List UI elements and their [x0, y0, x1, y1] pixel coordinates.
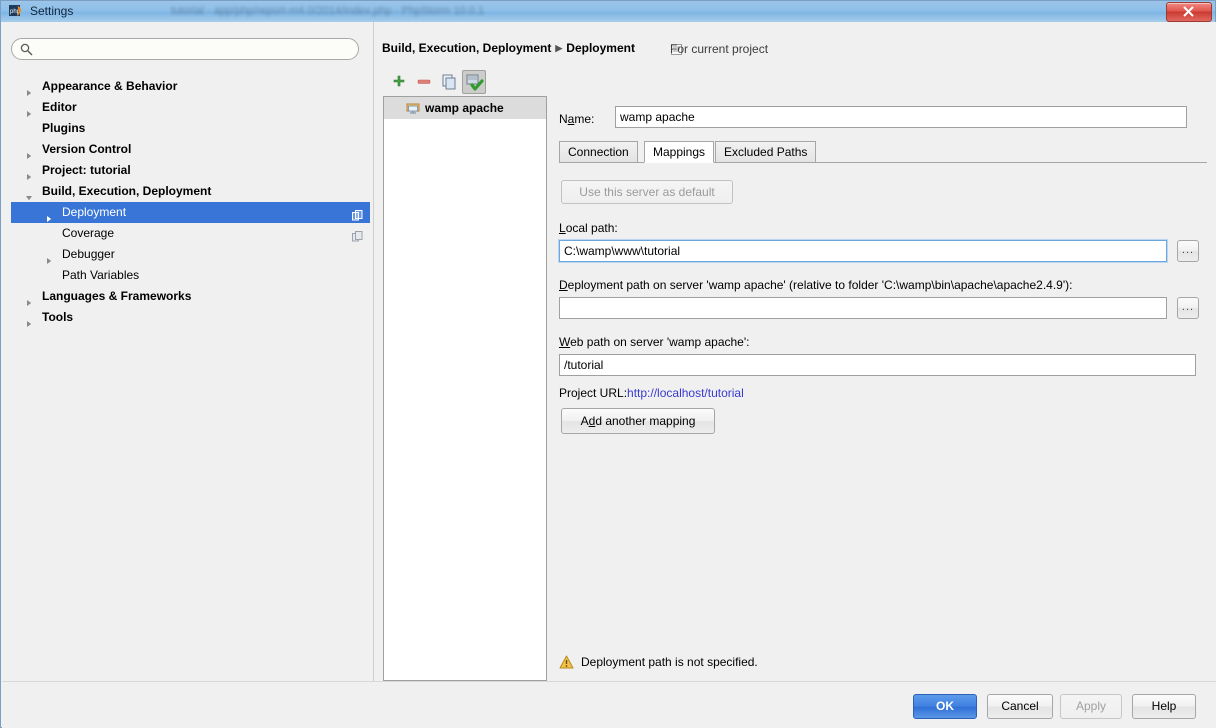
title-bar: tutorial - app/php/report-m4.0/2014/inde…: [1, 1, 1215, 22]
close-button[interactable]: [1166, 2, 1212, 22]
breadcrumb-leaf: Deployment: [566, 41, 635, 55]
chevron-right-icon[interactable]: [45, 209, 53, 222]
add-another-mapping-button[interactable]: Add another mapping: [561, 408, 715, 434]
web-path-label: Web path on server 'wamp apache':: [559, 335, 750, 349]
warning-triangle-icon: [559, 655, 574, 672]
sidebar-item-label: Languages & Frameworks: [42, 289, 192, 303]
sidebar-item-label: Editor: [42, 100, 77, 114]
search-input[interactable]: [38, 39, 352, 61]
validation-warning-text: Deployment path is not specified.: [581, 655, 758, 669]
phpstorm-icon: php: [9, 4, 25, 20]
settings-navigation-panel: Appearance & Behavior Editor Plugins Versio…: [11, 38, 371, 681]
chevron-right-icon[interactable]: [25, 83, 33, 96]
server-list-item[interactable]: wamp apache: [384, 97, 546, 119]
tab-excluded-paths[interactable]: Excluded Paths: [715, 141, 817, 163]
set-default-server-button[interactable]: [462, 70, 486, 94]
sidebar-item-label: Tools: [42, 310, 74, 324]
chevron-right-icon[interactable]: [25, 293, 33, 306]
breadcrumb: Build, Execution, Deployment ▶ Deployment: [382, 41, 635, 55]
mappings-form: Name: Connection Mappings Excluded Paths…: [559, 70, 1207, 681]
background-window-title: tutorial - app/php/report-m4.0/2014/inde…: [171, 5, 485, 17]
ok-button[interactable]: OK: [913, 694, 977, 719]
sidebar-item-appearance-behavior[interactable]: Appearance & Behavior: [11, 76, 370, 97]
sidebar-item-path-variables[interactable]: Path Variables: [11, 265, 370, 286]
breadcrumb-root[interactable]: Build, Execution, Deployment: [382, 41, 551, 55]
server-icon: [406, 101, 420, 123]
use-server-as-default-button[interactable]: Use this server as default: [561, 180, 733, 204]
tab-connection[interactable]: Connection: [559, 141, 638, 163]
scope-note: For current project: [670, 42, 769, 56]
sidebar-item-label: Debugger: [62, 247, 115, 261]
sidebar-item-label: Appearance & Behavior: [42, 79, 178, 93]
search-box[interactable]: [11, 38, 359, 61]
sidebar-item-label: Plugins: [42, 121, 86, 135]
settings-detail-panel: Build, Execution, Deployment ▶ Deployment …: [373, 22, 1216, 728]
server-list[interactable]: wamp apache: [383, 96, 547, 681]
project-url-link[interactable]: http://localhost/tutorial: [627, 386, 744, 400]
sidebar-item-build-execution-deployment[interactable]: Build, Execution, Deployment: [11, 181, 370, 202]
window-title: Settings: [30, 4, 74, 18]
add-server-button[interactable]: [387, 70, 411, 94]
sidebar-item-plugins[interactable]: Plugins: [11, 118, 370, 139]
settings-tree[interactable]: Appearance & Behavior Editor Plugins Versio…: [11, 76, 370, 681]
sidebar-item-project-tutorial[interactable]: Project: tutorial: [11, 160, 370, 181]
validation-warning: Deployment path is not specified.: [559, 654, 1059, 672]
sidebar-item-languages-frameworks[interactable]: Languages & Frameworks: [11, 286, 370, 307]
server-list-toolbar: [383, 70, 558, 94]
tab-mappings[interactable]: Mappings: [644, 141, 715, 163]
help-button[interactable]: Help: [1132, 694, 1196, 719]
project-scope-badge-icon: [352, 207, 363, 221]
deployment-path-browse-button[interactable]: ...: [1177, 297, 1199, 319]
server-list-item-label: wamp apache: [425, 101, 504, 115]
sidebar-item-debugger[interactable]: Debugger: [11, 244, 370, 265]
name-label: Name:: [559, 112, 595, 126]
project-url-row: Project URL:http://localhost/tutorial: [559, 386, 744, 400]
search-icon: [20, 43, 33, 59]
project-scope-badge-icon: [352, 228, 363, 242]
remove-server-button[interactable]: [412, 70, 436, 94]
local-path-label: Local path:: [559, 221, 618, 235]
chevron-right-icon[interactable]: [25, 314, 33, 327]
web-path-input[interactable]: [559, 354, 1196, 376]
sidebar-item-coverage[interactable]: Coverage: [11, 223, 370, 244]
chevron-right-icon[interactable]: [25, 146, 33, 159]
chevron-right-icon[interactable]: [25, 104, 33, 117]
sidebar-item-label: Path Variables: [62, 268, 140, 282]
sidebar-item-label: Version Control: [42, 142, 132, 156]
deployment-path-input[interactable]: [559, 297, 1167, 319]
cancel-button[interactable]: Cancel: [987, 694, 1053, 719]
deployment-path-label: Deployment path on server 'wamp apache' …: [559, 278, 1073, 292]
dialog-content: Appearance & Behavior Editor Plugins Versio…: [2, 22, 1216, 728]
sidebar-item-version-control[interactable]: Version Control: [11, 139, 370, 160]
project-url-label-text: Project URL:: [559, 386, 628, 400]
dialog-footer: OK Cancel Apply Help: [2, 681, 1216, 728]
breadcrumb-separator-icon: ▶: [555, 43, 563, 53]
sidebar-item-label: Deployment: [62, 205, 127, 219]
chevron-down-icon[interactable]: [25, 188, 33, 201]
settings-dialog: tutorial - app/php/report-m4.0/2014/inde…: [0, 0, 1216, 728]
local-path-input[interactable]: [559, 240, 1167, 262]
sidebar-item-label: Coverage: [62, 226, 115, 240]
chevron-right-icon[interactable]: [45, 251, 53, 264]
sidebar-item-label: Build, Execution, Deployment: [42, 184, 212, 198]
sidebar-item-editor[interactable]: Editor: [11, 97, 370, 118]
sidebar-item-label: Project: tutorial: [42, 163, 131, 177]
sidebar-item-deployment[interactable]: Deployment: [11, 202, 370, 223]
sidebar-item-tools[interactable]: Tools: [11, 307, 370, 328]
apply-button[interactable]: Apply: [1060, 694, 1122, 719]
chevron-right-icon[interactable]: [25, 167, 33, 180]
name-input[interactable]: [615, 106, 1187, 128]
server-tabs: Connection Mappings Excluded Paths: [559, 141, 1207, 163]
local-path-browse-button[interactable]: ...: [1177, 240, 1199, 262]
copy-server-button[interactable]: [437, 70, 461, 94]
